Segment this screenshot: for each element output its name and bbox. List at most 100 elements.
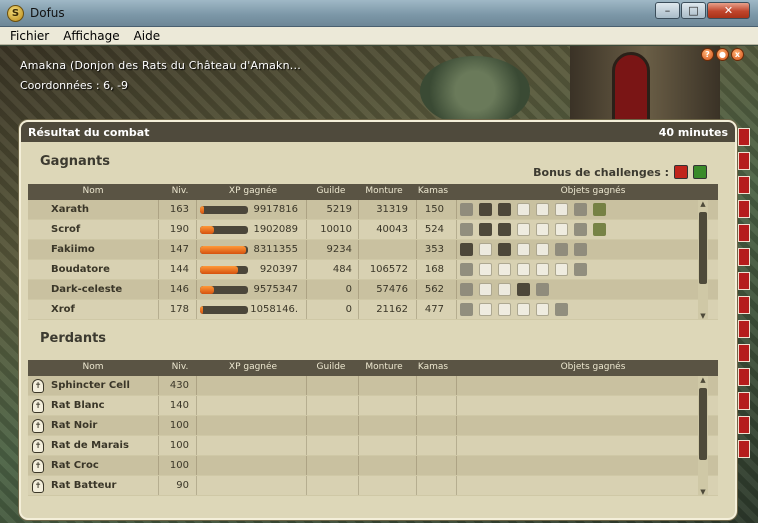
item-icon[interactable] — [460, 203, 473, 216]
item-icon[interactable] — [555, 263, 568, 276]
item-icon[interactable] — [460, 303, 473, 316]
item-icon[interactable] — [479, 223, 492, 236]
loser-row[interactable]: ✝ Rat de Marais 100 — [28, 436, 718, 456]
side-chip[interactable] — [738, 200, 750, 218]
combat-result-header: Résultat du combat 40 minutes — [21, 122, 735, 142]
item-icon[interactable] — [517, 263, 530, 276]
item-icon[interactable] — [555, 203, 568, 216]
side-chip[interactable] — [738, 440, 750, 458]
column-divider — [416, 476, 417, 495]
item-icon[interactable] — [517, 243, 530, 256]
side-chip[interactable] — [738, 296, 750, 314]
loser-row[interactable]: ✝ Sphincter Cell 430 — [28, 376, 718, 396]
losers-scrollbar[interactable]: ▲ ▼ — [698, 376, 708, 496]
side-chip[interactable] — [738, 224, 750, 242]
item-icon[interactable] — [498, 303, 511, 316]
item-icon[interactable] — [498, 263, 511, 276]
item-icon[interactable] — [593, 203, 606, 216]
winner-row[interactable]: Boudatore 144 920397 484 106572 168 — [28, 260, 718, 280]
menu-fichier[interactable]: Fichier — [8, 29, 51, 43]
scroll-up-icon[interactable]: ▲ — [698, 376, 708, 384]
item-icon[interactable] — [498, 203, 511, 216]
item-icon[interactable] — [479, 243, 492, 256]
side-chip[interactable] — [738, 272, 750, 290]
side-chip[interactable] — [738, 248, 750, 266]
item-icon[interactable] — [517, 203, 530, 216]
help-icon[interactable]: ? — [701, 48, 714, 61]
item-icon[interactable] — [536, 283, 549, 296]
maximize-button[interactable]: □ — [681, 2, 706, 19]
item-icon[interactable] — [498, 243, 511, 256]
side-chip[interactable] — [738, 320, 750, 338]
side-chip[interactable] — [738, 176, 750, 194]
item-icon[interactable] — [536, 203, 549, 216]
player-name: Scrof — [51, 224, 81, 235]
item-icon[interactable] — [536, 303, 549, 316]
item-icon[interactable] — [536, 223, 549, 236]
item-icon[interactable] — [536, 263, 549, 276]
scroll-up-icon[interactable]: ▲ — [698, 200, 708, 208]
col-monture: Monture — [365, 186, 403, 196]
options-icon[interactable]: ● — [716, 48, 729, 61]
item-icon[interactable] — [517, 223, 530, 236]
challenge-success-icon[interactable] — [693, 165, 707, 179]
guild-xp: 9234 — [326, 244, 352, 255]
item-icon[interactable] — [517, 283, 530, 296]
item-icon[interactable] — [479, 283, 492, 296]
menu-aide[interactable]: Aide — [132, 29, 163, 43]
game-viewport[interactable]: Amakna (Donjon des Rats du Château d'Ama… — [0, 46, 758, 523]
side-chip[interactable] — [738, 392, 750, 410]
item-icon[interactable] — [517, 303, 530, 316]
scroll-down-icon[interactable]: ▼ — [698, 488, 708, 496]
item-icon[interactable] — [479, 303, 492, 316]
scroll-thumb[interactable] — [699, 212, 707, 284]
column-divider — [306, 396, 307, 415]
close-button[interactable]: ✕ — [707, 2, 750, 19]
scroll-down-icon[interactable]: ▼ — [698, 312, 708, 320]
menu-affichage[interactable]: Affichage — [61, 29, 121, 43]
item-icon[interactable] — [574, 203, 587, 216]
item-icon[interactable] — [536, 243, 549, 256]
side-chip[interactable] — [738, 128, 750, 146]
winner-row[interactable]: Xarath 163 9917816 5219 31319 150 — [28, 200, 718, 220]
item-icon[interactable] — [460, 243, 473, 256]
column-divider — [306, 456, 307, 475]
winner-row[interactable]: Fakiimo 147 8311355 9234 353 — [28, 240, 718, 260]
winner-row[interactable]: Dark-celeste 146 9575347 0 57476 562 — [28, 280, 718, 300]
winners-scrollbar[interactable]: ▲ ▼ — [698, 200, 708, 320]
col-name: Nom — [82, 186, 104, 196]
loser-row[interactable]: ✝ Rat Noir 100 — [28, 416, 718, 436]
loser-row[interactable]: ✝ Rat Croc 100 — [28, 456, 718, 476]
monster-name: Sphincter Cell — [51, 380, 130, 391]
side-chip[interactable] — [738, 344, 750, 362]
kamas-gained: 168 — [424, 264, 444, 275]
item-icon[interactable] — [593, 223, 606, 236]
item-icon[interactable] — [555, 303, 568, 316]
item-icon[interactable] — [460, 263, 473, 276]
player-name: Fakiimo — [51, 244, 95, 255]
column-divider — [416, 376, 417, 395]
side-chip[interactable] — [738, 152, 750, 170]
item-icon[interactable] — [555, 223, 568, 236]
item-icon[interactable] — [574, 263, 587, 276]
objects-won — [460, 243, 587, 256]
item-icon[interactable] — [460, 223, 473, 236]
item-icon[interactable] — [498, 223, 511, 236]
item-icon[interactable] — [460, 283, 473, 296]
item-icon[interactable] — [498, 283, 511, 296]
scroll-thumb[interactable] — [699, 388, 707, 460]
side-chip[interactable] — [738, 368, 750, 386]
loser-row[interactable]: ✝ Rat Blanc 140 — [28, 396, 718, 416]
challenge-failed-icon[interactable] — [674, 165, 688, 179]
item-icon[interactable] — [574, 223, 587, 236]
item-icon[interactable] — [479, 203, 492, 216]
item-icon[interactable] — [555, 243, 568, 256]
item-icon[interactable] — [479, 263, 492, 276]
minimize-button[interactable]: – — [655, 2, 680, 19]
side-chip[interactable] — [738, 416, 750, 434]
item-icon[interactable] — [574, 243, 587, 256]
winner-row[interactable]: Scrof 190 1902089 10010 40043 524 — [28, 220, 718, 240]
winner-row[interactable]: Xrof 178 1058146. 0 21162 477 — [28, 300, 718, 320]
loser-row[interactable]: ✝ Rat Batteur 90 — [28, 476, 718, 496]
close-game-icon[interactable]: x — [731, 48, 744, 61]
